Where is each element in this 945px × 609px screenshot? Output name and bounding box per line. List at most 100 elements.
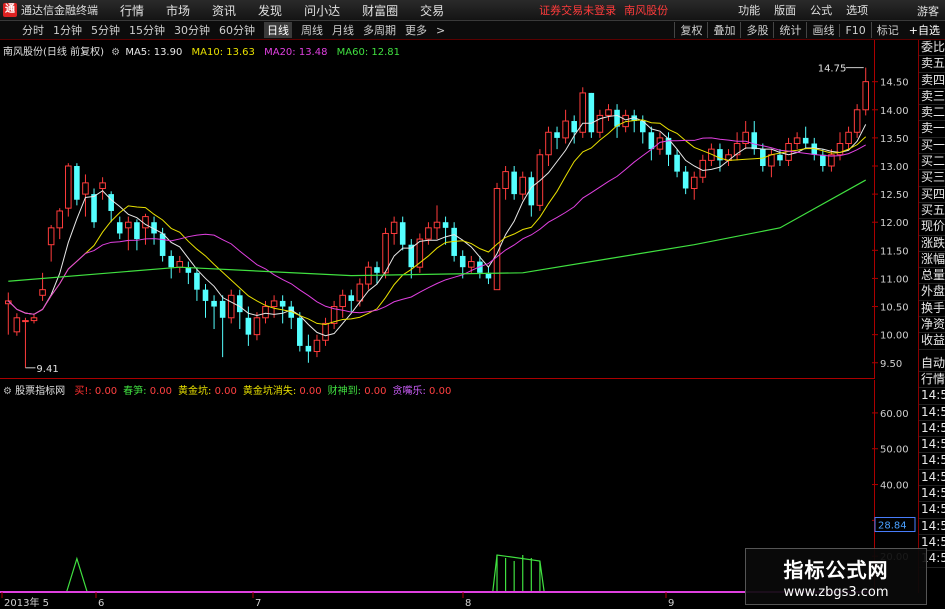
menu-item-shichang[interactable]: 市场	[166, 2, 190, 19]
candle-body	[339, 294, 346, 308]
trade-login-status[interactable]: 证券交易未登录	[539, 2, 616, 18]
quote-label-15: 外盘	[919, 284, 945, 301]
period-30min[interactable]: 30分钟	[174, 22, 210, 38]
ma5-legend: MA5: 13.90	[125, 47, 183, 58]
period-multi[interactable]: 多周期	[363, 22, 396, 38]
f10-button[interactable]: F10	[839, 23, 870, 37]
ma20-legend: MA20: 13.48	[264, 47, 328, 58]
price-tick-label: 11.00	[880, 274, 909, 285]
candle-body	[82, 182, 89, 195]
menu-item-banmian[interactable]: 版面	[774, 2, 796, 18]
quote-label-2: 卖四	[919, 73, 945, 89]
signal-spike	[66, 556, 88, 593]
period-monthly[interactable]: 月线	[332, 22, 354, 38]
candle-body	[211, 300, 217, 307]
watermark-title: 指标公式网	[783, 558, 889, 582]
menu-item-hangqing[interactable]: 行情	[120, 2, 144, 19]
candle-body	[690, 176, 698, 189]
watermark-url: www.zbgs3.com	[783, 585, 889, 600]
tick-item-9: 14:50	[919, 502, 945, 519]
price-tick-label: 13.00	[880, 162, 909, 173]
menu-item-wenxiaoda[interactable]: 问小达	[304, 2, 340, 19]
candle-body	[13, 317, 21, 333]
signal-envelope	[492, 554, 545, 593]
guest-login-button[interactable]: 游客	[917, 3, 939, 19]
candle-body	[245, 317, 252, 335]
statistics-button[interactable]: 统计	[773, 22, 806, 38]
period-weekly[interactable]: 周线	[301, 22, 323, 38]
candle-body	[305, 345, 312, 352]
price-tick-label: 9.50	[880, 359, 902, 370]
current-stock-name: 南风股份	[624, 4, 669, 17]
app-logo-icon: 通	[3, 3, 17, 17]
quote-label-14: 总量	[919, 268, 945, 285]
tick-item-3: 14:50	[919, 405, 945, 421]
menu-item-jiaoyi[interactable]: 交易	[420, 2, 444, 19]
quote-label-4: 卖二	[919, 105, 945, 122]
candle-body	[468, 261, 475, 268]
quote-label-9: 买四	[919, 187, 945, 203]
candle-body	[433, 221, 441, 229]
candle-body	[648, 132, 655, 150]
price-tick-label: 14.00	[880, 106, 909, 117]
quote-label-3: 卖三	[919, 89, 945, 106]
candle-body	[682, 171, 689, 189]
watermark-badge: 指标公式网 www.zbgs3.com	[745, 548, 927, 605]
menu-item-gongneng[interactable]: 功能	[738, 2, 760, 18]
quote-label-6: 买一	[919, 138, 945, 155]
period-15min[interactable]: 15分钟	[129, 22, 165, 38]
draw-line-button[interactable]: 画线	[806, 22, 839, 38]
tick-item-10: 14:50	[919, 519, 945, 535]
candle-body	[519, 176, 527, 195]
candle-body	[390, 221, 398, 234]
candle-body	[493, 187, 501, 291]
candle-body	[425, 227, 432, 240]
period-5min[interactable]: 5分钟	[91, 22, 120, 38]
candle-body	[382, 232, 389, 274]
period-1min[interactable]: 1分钟	[53, 22, 82, 38]
candle-body	[56, 210, 64, 229]
candle-body	[297, 317, 303, 346]
candle-body	[219, 300, 226, 318]
menu-item-faxian[interactable]: 发现	[258, 2, 282, 19]
period-daily[interactable]: 日线	[264, 22, 292, 38]
multi-stock-button[interactable]: 多股	[740, 22, 773, 38]
chart-title: 南风股份(日线 前复权)	[3, 47, 104, 58]
tick-list: 自动行情14:5014:5014:5014:5014:5014:5014:501…	[919, 356, 945, 568]
mark-button[interactable]: 标记	[870, 22, 904, 38]
candle-body	[194, 272, 200, 290]
more-arrow-icon[interactable]: >	[436, 24, 445, 37]
menu-item-caifuquan[interactable]: 财富圈	[362, 2, 398, 19]
candle-body	[588, 92, 595, 133]
candle-body	[168, 255, 174, 268]
toolbar-right: 复权 叠加 多股 统计 画线 F10 标记 +自选	[674, 21, 945, 39]
quote-label-1: 卖五	[919, 56, 945, 73]
tick-item-2: 14:50	[919, 388, 945, 405]
quote-label-13: 涨幅	[919, 252, 945, 269]
tick-item-7: 14:50	[919, 470, 945, 487]
price-tick-label: 12.00	[880, 218, 909, 229]
candle-body	[65, 165, 72, 209]
settings-gear-icon[interactable]: ⚙	[111, 47, 120, 58]
price-tick-label: 11.50	[880, 246, 909, 257]
price-tick-label: 14.50	[880, 78, 909, 89]
menu-item-zixun[interactable]: 资讯	[212, 2, 236, 19]
candle-body	[399, 222, 406, 245]
quote-label-18: 收益	[919, 333, 945, 350]
fuquan-button[interactable]: 复权	[674, 22, 707, 38]
candle-body	[313, 339, 321, 353]
overlay-button[interactable]: 叠加	[707, 22, 740, 38]
period-60min[interactable]: 60分钟	[219, 22, 255, 38]
price-tick-label: 10.50	[880, 303, 909, 314]
period-more[interactable]: 更多	[405, 22, 427, 38]
price-chart[interactable]: 14.50 14.00 13.50 13.00 12.50 12.00 11.50 11.00…	[0, 58, 916, 378]
price-tick-label: 10.00	[880, 331, 909, 342]
menu-item-gongshi[interactable]: 公式	[810, 2, 832, 18]
main-chart-legend: 南风股份(日线 前复权) ⚙ MA5: 13.90 MA10: 13.63 MA…	[3, 43, 400, 58]
tick-item-8: 14:50	[919, 486, 945, 503]
price-tick-label: 13.50	[880, 134, 909, 145]
add-favorite-button[interactable]: +自选	[904, 22, 945, 38]
period-fenshi[interactable]: 分时	[22, 22, 44, 38]
menu-item-xuanxiang[interactable]: 选项	[846, 2, 868, 18]
quote-label-8: 买三	[919, 170, 945, 187]
